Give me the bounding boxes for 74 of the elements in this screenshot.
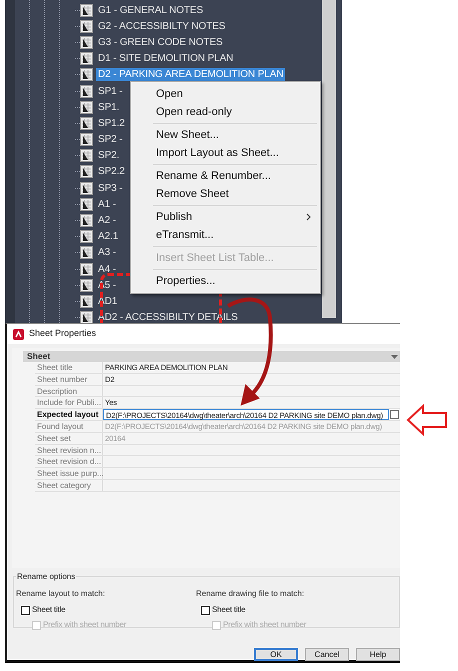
sheet-icon (80, 165, 93, 178)
sheet-icon (80, 84, 93, 98)
property-label: Description (35, 386, 103, 396)
sheet-icon (80, 246, 93, 260)
sheet-item[interactable]: G1 - GENERAL NOTES (96, 4, 206, 17)
sheet-icon (80, 214, 93, 228)
sheet-icon (80, 133, 93, 146)
menu-item[interactable]: Open (131, 85, 317, 103)
menu-item[interactable]: Open read-only (131, 103, 317, 121)
property-label: Sheet category (35, 480, 103, 491)
sheet-item[interactable]: G3 - GREEN CODE NOTES (96, 36, 225, 49)
section-header[interactable]: Sheet (23, 351, 400, 362)
property-label: Sheet title (35, 362, 103, 373)
checkbox[interactable] (21, 606, 30, 614)
dialog-button[interactable]: Help (356, 648, 400, 661)
checkbox-label: Prefix with sheet number (223, 619, 306, 631)
property-label: Sheet set (35, 432, 103, 444)
menu-item[interactable]: eTransmit... (131, 226, 317, 244)
sheet-icon (80, 230, 93, 244)
menu-item[interactable]: New Sheet... (131, 126, 317, 144)
property-label: Sheet number (35, 374, 103, 385)
sheet-icon (80, 36, 93, 49)
sheet-item[interactable]: SP1 - (96, 84, 125, 98)
sheet-icon (80, 182, 93, 195)
sheet-icon (80, 198, 93, 211)
checkbox[interactable] (201, 606, 210, 614)
menu-item[interactable]: Publish (131, 208, 317, 226)
group-title: Rename options (16, 571, 76, 583)
scrollbar[interactable] (322, 0, 336, 318)
browse-button[interactable] (390, 410, 399, 420)
sheet-item[interactable]: SP3 - (96, 182, 125, 195)
checkbox-label: Sheet title (32, 604, 66, 616)
property-label: Found layout (35, 420, 103, 432)
sheet-item[interactable]: SP2 - (96, 133, 125, 146)
sheet-item[interactable]: A4 - (96, 262, 118, 276)
sheet-icon (80, 100, 93, 114)
property-label: Sheet revision n... (35, 444, 103, 456)
sheet-icon (80, 68, 93, 82)
property-label: Sheet issue purp... (35, 468, 103, 479)
sheet-icon (80, 278, 93, 292)
sheet-icon (80, 149, 93, 162)
sheet-item[interactable]: D1 - SITE DEMOLITION PLAN (96, 52, 236, 66)
sheet-icon (80, 20, 93, 33)
sheet-item[interactable]: D2 - PARKING AREA DEMOLITION PLAN (96, 68, 286, 82)
sheet-item[interactable]: G2 - ACCESSIBILTY NOTES (96, 20, 228, 33)
sheet-item[interactable]: SP2. (96, 149, 122, 162)
sheet-item[interactable]: SP1. (96, 100, 122, 114)
sheet-item[interactable]: SP1.2 (96, 116, 127, 130)
sheet-icon (80, 116, 93, 130)
collapse-caret-icon (391, 354, 398, 358)
sheet-item[interactable]: A1 - (96, 198, 118, 211)
sheet-icon (80, 262, 93, 276)
app-icon (13, 328, 24, 340)
menu-item[interactable]: Remove Sheet (131, 185, 317, 203)
dialog-button[interactable]: OK (254, 648, 298, 661)
sheet-item[interactable]: SP2.2 (96, 165, 127, 178)
sheet-item[interactable]: A2.1 (96, 230, 120, 244)
group-label: Rename drawing file to match: (196, 588, 306, 600)
checkbox-label: Sheet title (212, 604, 246, 616)
sheet-icon (80, 52, 93, 66)
dialog-button[interactable]: Cancel (305, 648, 349, 661)
sheet-item[interactable]: A2 - (96, 214, 118, 228)
menu-item[interactable]: Rename & Renumber... (131, 167, 317, 185)
pointer-arrow (406, 404, 447, 436)
sheet-item[interactable]: A3 - (96, 246, 118, 260)
dialog-title: Sheet Properties (29, 327, 96, 340)
property-label: Include for Publi... (35, 397, 103, 408)
group-label: Rename layout to match: (16, 588, 106, 600)
menu-item[interactable]: Import Layout as Sheet... (131, 144, 317, 162)
sheet-icon (80, 4, 93, 17)
menu-item[interactable]: Properties... (131, 272, 317, 290)
property-label: Sheet revision d... (35, 456, 103, 468)
sheet-icon (80, 294, 93, 308)
checkbox-label: Prefix with sheet number (43, 619, 126, 631)
